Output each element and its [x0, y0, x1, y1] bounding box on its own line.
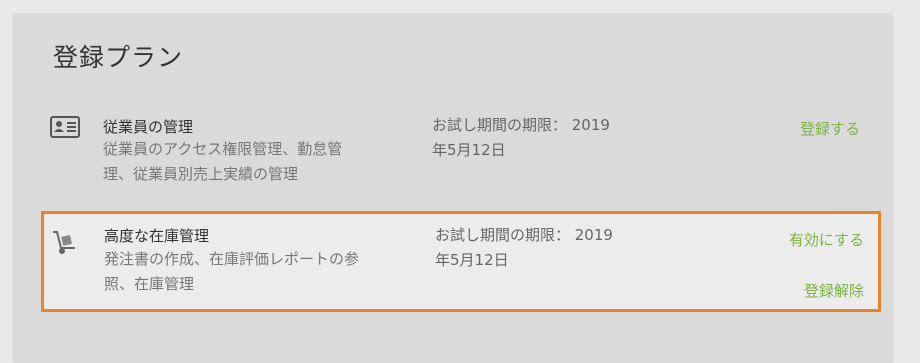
id-card-icon: [50, 116, 80, 142]
trial-expiry-line: お試し期間の期限： 2019: [432, 116, 610, 134]
plan-description-line: 理、従業員別売上実績の管理: [103, 165, 299, 183]
plan-description-line: 発注書の作成、在庫評価レポートの参: [104, 250, 360, 268]
trial-expiry-line: お試し期間の期限： 2019: [435, 226, 613, 244]
enable-button[interactable]: 有効にする: [789, 229, 864, 250]
hand-truck-icon: [51, 230, 79, 260]
subscribe-button[interactable]: 登録する: [800, 118, 860, 139]
trial-expiry-line: 年5月12日: [435, 251, 509, 269]
subscriptions-card: 登録プラン 従業員の管理 従業員のアクセス権限管理、勤怠管 理、従業員別売上実績…: [14, 14, 892, 363]
plan-description-line: 従業員のアクセス権限管理、勤怠管: [103, 140, 343, 158]
unsubscribe-button[interactable]: 登録解除: [804, 280, 864, 301]
plan-row-advanced-inventory: 高度な在庫管理 発注書の作成、在庫評価レポートの参 照、在庫管理 お試し期間の期…: [41, 211, 881, 312]
plan-description: 従業員のアクセス権限管理、勤怠管 理、従業員別売上実績の管理: [103, 137, 403, 187]
page-title: 登録プラン: [53, 43, 184, 72]
trial-expiry-line: 年5月12日: [432, 141, 506, 159]
plan-title: 高度な在庫管理: [104, 227, 210, 245]
plan-title: 従業員の管理: [103, 118, 194, 136]
plan-description: 発注書の作成、在庫評価レポートの参 照、在庫管理: [104, 247, 404, 297]
plan-description-line: 照、在庫管理: [104, 275, 195, 293]
trial-expiry: お試し期間の期限： 2019 年5月12日: [432, 113, 647, 163]
trial-expiry: お試し期間の期限： 2019 年5月12日: [435, 223, 650, 273]
plan-row-employee-management: 従業員の管理 従業員のアクセス権限管理、勤怠管 理、従業員別売上実績の管理 お試…: [14, 100, 892, 200]
